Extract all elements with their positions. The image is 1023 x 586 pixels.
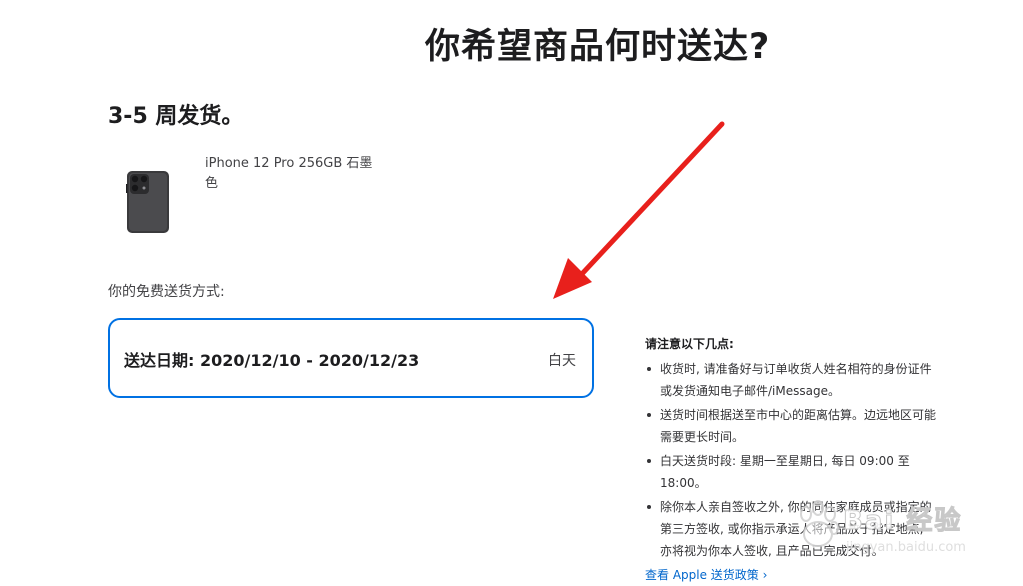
- iphone-product-image: [126, 171, 169, 233]
- delivery-time-slot: 白天: [548, 353, 576, 369]
- watermark-text: Bai 经验: [842, 506, 963, 537]
- note-item: 收货时, 请准备好与订单收货人姓名相符的身份证件或发货通知电子邮件/iMessa…: [645, 358, 937, 402]
- note-item: 送货时间根据送至市中心的距离估算。边远地区可能需要更长时间。: [645, 404, 937, 448]
- watermark-url: jingyan.baidu.com: [846, 540, 966, 555]
- notes-title: 请注意以下几点:: [645, 337, 734, 351]
- product-name: iPhone 12 Pro 256GB 石墨色: [205, 156, 373, 191]
- delivery-option-card[interactable]: 送达日期: 2020/12/10 - 2020/12/23 白天: [108, 318, 594, 398]
- shipping-estimate: 3-5 周发货。: [108, 104, 244, 129]
- page-title: 你希望商品何时送达?: [425, 27, 771, 67]
- delivery-method-label: 你的免费送货方式:: [108, 284, 225, 300]
- delivery-date: 送达日期: 2020/12/10 - 2020/12/23: [124, 351, 420, 370]
- delivery-policy-link[interactable]: 查看 Apple 送货政策 ›: [645, 566, 767, 583]
- page: 你希望商品何时送达? 3-5 周发货。 iPhone 12 Pro 256GB …: [0, 0, 1023, 586]
